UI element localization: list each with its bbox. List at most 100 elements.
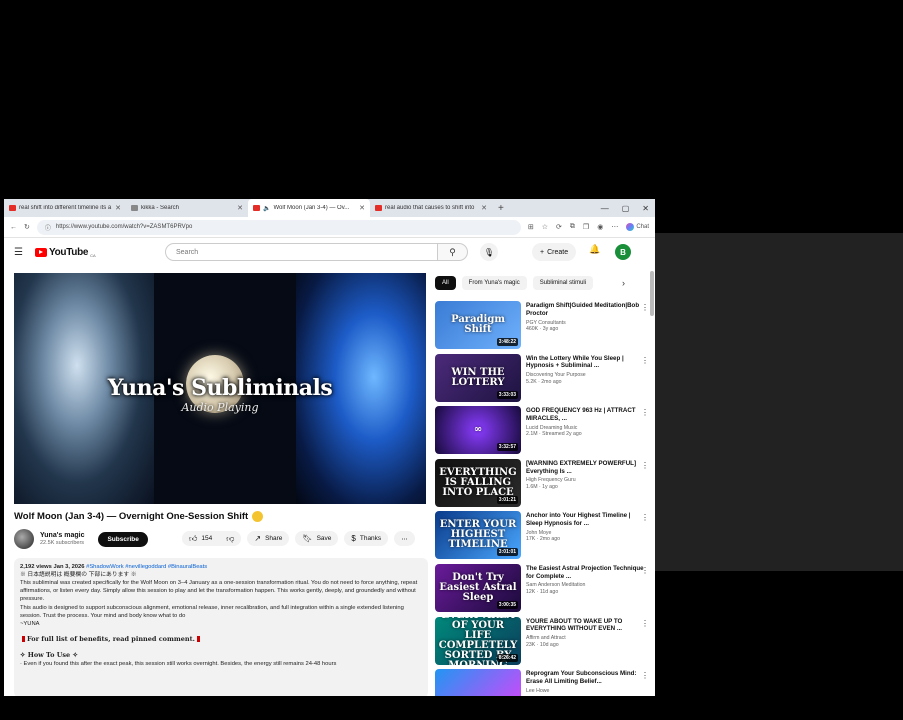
browser-tab[interactable]: real audio that causes to shift into ✕ — [370, 199, 492, 217]
address-bar-row: ← ↻ ⓘ https://www.youtube.com/watch?v=ZA… — [4, 217, 655, 238]
back-arrow-icon[interactable]: ← — [10, 224, 17, 231]
background-panel — [655, 233, 903, 571]
search-input[interactable]: Search — [165, 243, 438, 261]
thanks-button[interactable]: $ Thanks — [344, 531, 389, 546]
recommendation-title[interactable]: Anchor into Your Highest Timeline | Slee… — [526, 512, 645, 528]
share-button[interactable]: ↗ Share — [247, 531, 290, 546]
extensions-icon[interactable]: ⟳ — [556, 223, 562, 231]
chip-from-channel[interactable]: From Yuna's magic — [461, 276, 527, 290]
more-vertical-icon[interactable]: ⋮ — [641, 671, 649, 680]
close-tab-icon[interactable]: ✕ — [115, 204, 121, 212]
recommendations-list: Paradigm Shift 3:48:22 Paradigm Shift|Guid… — [435, 301, 649, 696]
browser-tab[interactable]: kikka - Search ✕ — [126, 199, 248, 217]
thumbnail-text: ∞ — [473, 424, 483, 436]
recommendation-item[interactable]: EVERY AREA OF YOUR LIFE COMPLETELY SORTE… — [435, 616, 649, 670]
plus-icon: + — [540, 248, 545, 256]
recommendation-title[interactable]: [WARNING EXTREMELY POWERFUL] Everything … — [526, 460, 645, 476]
favorite-star-icon[interactable]: ☆ — [542, 223, 548, 231]
recommendation-title[interactable]: Reprogram Your Subconscious Mind: Erase … — [526, 670, 645, 686]
recommendation-title[interactable]: Win the Lottery While You Sleep | Hypnos… — [526, 355, 645, 371]
chevron-right-icon[interactable]: › — [622, 278, 625, 288]
pinned-comment-note: For full list of benefits, read pinned c… — [20, 635, 422, 644]
minimize-button[interactable]: — — [601, 204, 609, 213]
description-meta: 2,192 views Jan 3, 2026 #ShadowWork #nev… — [20, 563, 422, 571]
chip-all[interactable]: All — [435, 276, 456, 290]
notifications-bell-icon[interactable]: 🔔 — [589, 244, 600, 255]
video-thumbnail[interactable]: EVERY AREA OF YOUR LIFE COMPLETELY SORTE… — [435, 616, 521, 665]
video-player[interactable]: Yuna's Subliminals Audio Playing — [14, 273, 426, 504]
recommendation-item[interactable]: ENTER YOUR HIGHEST TIMELINE 3:01:01 Anchor… — [435, 511, 649, 564]
youtube-header: ☰ YouTube CA Search ⚲ 🎙 + Create 🔔 B — [4, 238, 655, 266]
more-vertical-icon[interactable]: ⋮ — [641, 461, 649, 470]
more-vertical-icon[interactable]: ⋮ — [641, 408, 649, 417]
youtube-logo[interactable]: YouTube CA — [34, 247, 96, 258]
channel-avatar[interactable] — [14, 529, 34, 549]
more-vertical-icon[interactable]: ⋮ — [641, 566, 649, 575]
video-thumbnail[interactable]: WIN THE LOTTERY 3:33:03 — [435, 353, 521, 402]
recommendation-item[interactable]: ∞ 3:32:57 GOD FREQUENCY 963 Hz | ATTRACT M… — [435, 406, 649, 459]
video-thumbnail[interactable]: ∞ 3:32:57 — [435, 406, 521, 455]
close-window-button[interactable]: ✕ — [642, 204, 649, 213]
like-button[interactable]: 👍︎ 154 — [182, 531, 220, 546]
youtube-favicon-icon — [253, 205, 260, 211]
video-thumbnail[interactable]: EVERYTHING IS FALLING INTO PLACE 3:01:21 — [435, 458, 521, 507]
page-scrollbar[interactable] — [650, 271, 654, 316]
duration-badge: 3:33:03 — [496, 390, 518, 399]
channel-name[interactable]: Yuna's magic — [40, 532, 84, 540]
subscribe-button[interactable]: Subscribe — [98, 531, 148, 547]
how-to-use-heading: ✧ How To Use ✧ — [20, 650, 78, 659]
recommendation-item[interactable]: Reprogram Your Subconscious Mind: Erase … — [435, 669, 649, 696]
recommendation-channel[interactable]: Lee Howe — [526, 688, 645, 695]
account-avatar[interactable]: B — [615, 244, 631, 260]
red-marker-icon — [22, 635, 25, 642]
close-tab-icon[interactable]: ✕ — [237, 204, 243, 212]
close-tab-icon[interactable]: ✕ — [481, 204, 487, 212]
thanks-label: Thanks — [359, 535, 382, 542]
description-box[interactable]: 2,192 views Jan 3, 2026 #ShadowWork #nev… — [14, 558, 428, 696]
recommendation-title[interactable]: YOURE ABOUT TO WAKE UP TO EVERYTHING WIT… — [526, 618, 645, 634]
site-info-icon[interactable]: ⓘ — [45, 223, 51, 232]
recommendation-title[interactable]: The Easiest Astral Projection Technique … — [526, 565, 645, 581]
recommendation-item[interactable]: Paradigm Shift 3:48:22 Paradigm Shift|Guid… — [435, 301, 649, 354]
split-screen-icon[interactable]: ⧉ — [570, 223, 575, 231]
menu-hamburger-icon[interactable]: ☰ — [14, 247, 23, 258]
close-tab-icon[interactable]: ✕ — [359, 204, 365, 212]
save-button[interactable]: 🔖︎ Save — [295, 531, 339, 546]
video-thumbnail[interactable]: ENTER YOUR HIGHEST TIMELINE 3:01:01 — [435, 511, 521, 560]
recommendation-title[interactable]: Paradigm Shift|Guided Meditation|Bob Pro… — [526, 302, 645, 318]
recommendation-item[interactable]: EVERYTHING IS FALLING INTO PLACE 3:01:21 [… — [435, 458, 649, 512]
profile-icon[interactable]: ◉ — [597, 223, 603, 231]
video-thumbnail[interactable]: Don't Try Easiest Astral Sleep 3:00:35 — [435, 563, 521, 612]
read-mode-icon[interactable]: ⊞ — [528, 223, 534, 231]
browser-tab[interactable]: real shift into different timeline its a… — [4, 199, 126, 217]
dislike-button[interactable]: 👎︎ — [219, 531, 242, 546]
more-menu-icon[interactable]: ⋯ — [611, 223, 618, 231]
browser-tab-active[interactable]: 🔈 Wolf Moon (Jan 3-4) — Ov... ✕ — [248, 199, 370, 217]
recommendation-stats: 1.6M · 1y ago — [526, 483, 558, 490]
hashtags[interactable]: #ShadowWork #nevillegoddard #BinauralBea… — [86, 564, 207, 570]
more-vertical-icon[interactable]: ⋮ — [641, 513, 649, 522]
recommendation-title[interactable]: GOD FREQUENCY 963 Hz | ATTRACT MIRACLES,… — [526, 407, 645, 423]
video-thumbnail[interactable]: Paradigm Shift 3:48:22 — [435, 301, 521, 349]
more-vertical-icon[interactable]: ⋮ — [641, 619, 649, 628]
create-button[interactable]: + Create — [532, 243, 577, 261]
more-actions-button[interactable]: ⋯ — [394, 531, 415, 546]
recommendation-info: [WARNING EXTREMELY POWERFUL] Everything … — [526, 459, 645, 512]
new-tab-button[interactable]: + — [492, 203, 510, 214]
reload-icon[interactable]: ↻ — [24, 223, 30, 231]
chip-subliminal-stimuli[interactable]: Subliminal stimuli — [532, 276, 594, 290]
recommendation-item[interactable]: WIN THE LOTTERY 3:33:03 Win the Lottery Wh… — [435, 353, 649, 407]
video-overlay-subtitle: Audio Playing — [181, 401, 259, 414]
maximize-button[interactable]: ▢ — [622, 204, 630, 213]
video-thumbnail[interactable] — [435, 669, 521, 696]
more-vertical-icon[interactable]: ⋮ — [641, 356, 649, 365]
url-field[interactable]: ⓘ https://www.youtube.com/watch?v=ZASMT6… — [36, 219, 521, 235]
speaker-icon[interactable]: 🔈 — [263, 205, 270, 212]
more-vertical-icon[interactable]: ⋮ — [641, 303, 649, 312]
voice-search-button[interactable]: 🎙 — [480, 243, 498, 261]
recommendation-item[interactable]: Don't Try Easiest Astral Sleep 3:00:35 The… — [435, 563, 649, 617]
search-button[interactable]: ⚲ — [438, 243, 468, 261]
thumbs-down-icon: 👎︎ — [226, 533, 235, 543]
copilot-chat-button[interactable]: Chat — [626, 223, 649, 231]
collections-icon[interactable]: ❐ — [583, 223, 589, 231]
